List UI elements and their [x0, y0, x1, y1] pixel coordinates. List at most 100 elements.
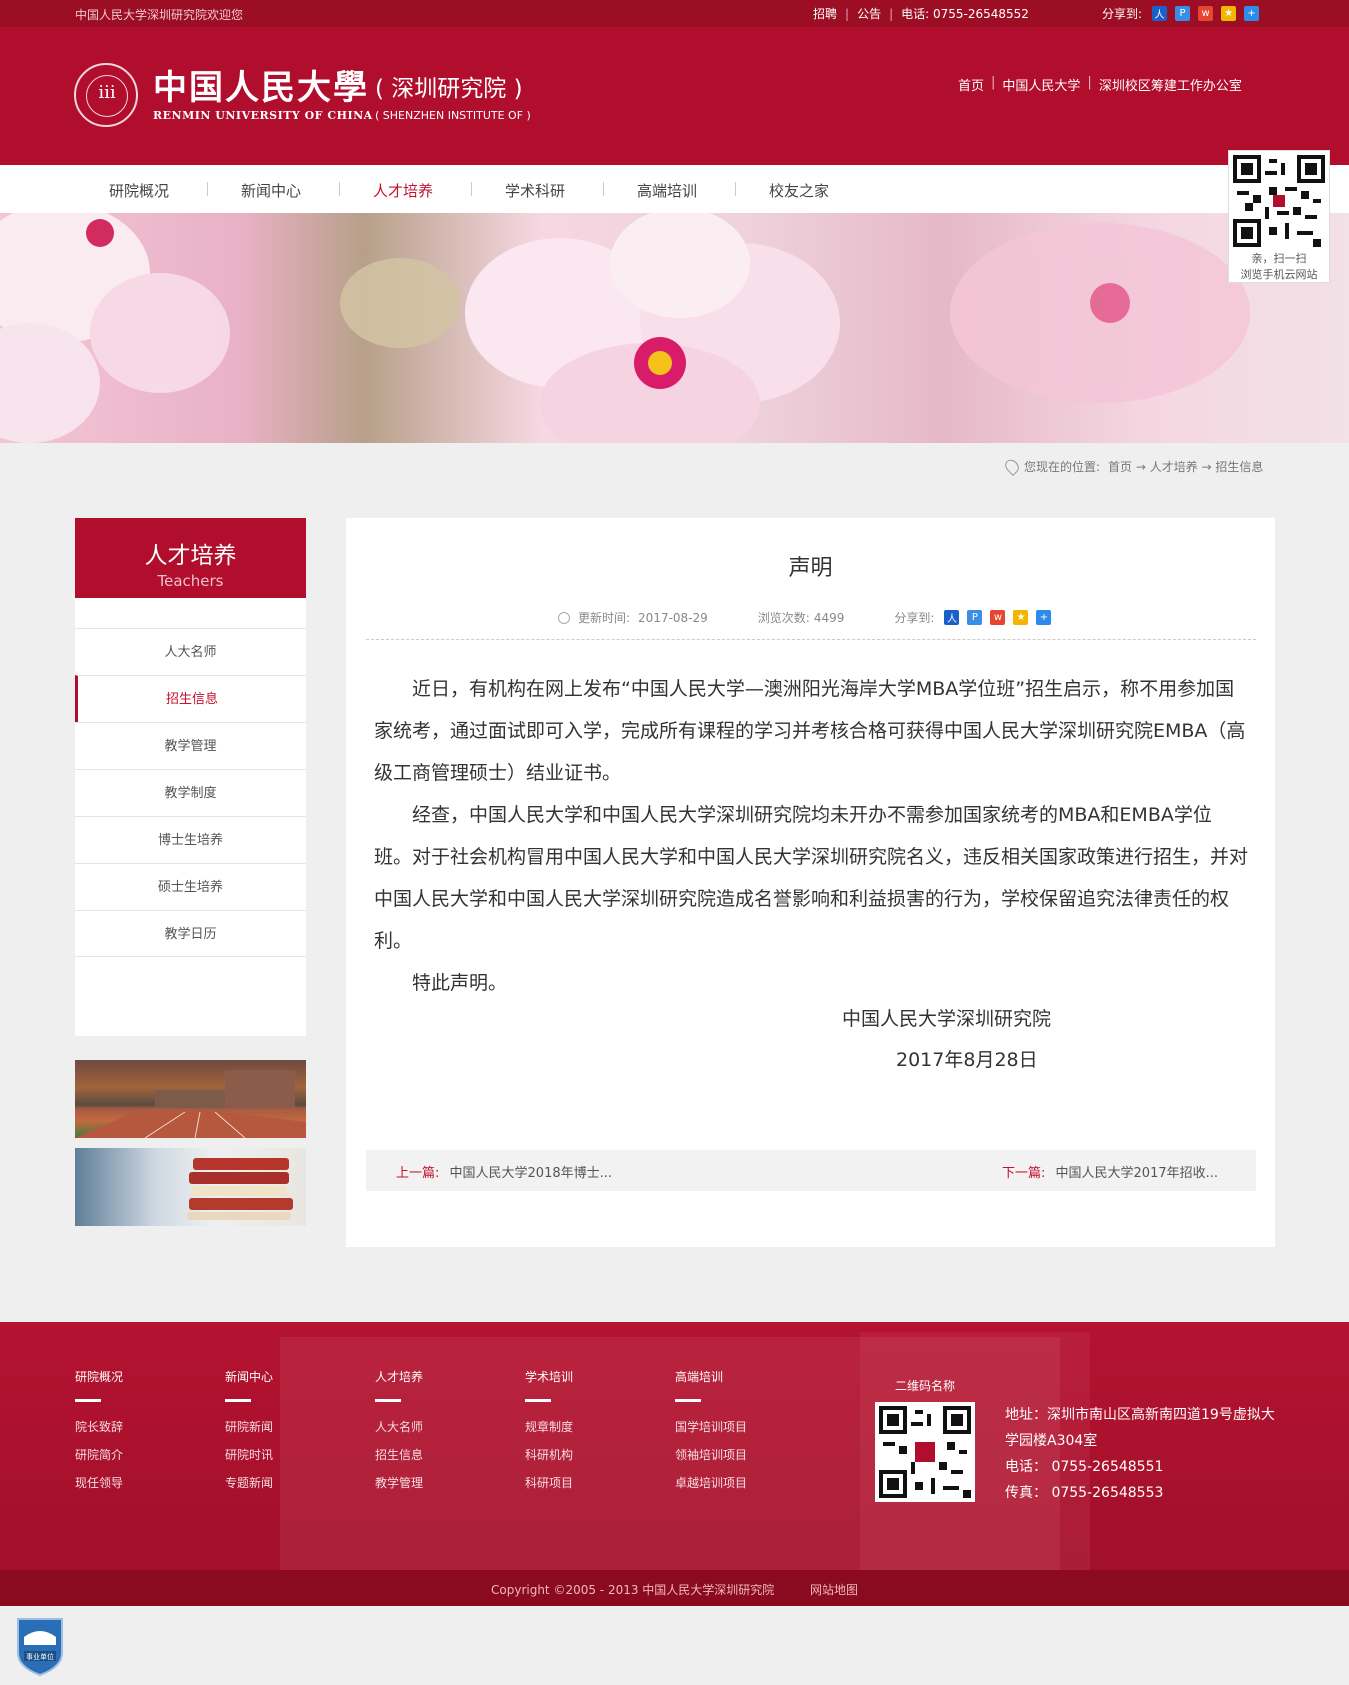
- footer-link[interactable]: 院长致辞: [75, 1418, 123, 1435]
- sitemap-link[interactable]: 网站地图: [810, 1581, 858, 1598]
- footer-col-underline: [75, 1399, 101, 1402]
- sidebar-item-masters-training[interactable]: 硕士生培养: [75, 863, 306, 910]
- footer-qr-code: [875, 1402, 975, 1502]
- footer-link[interactable]: 人大名师: [375, 1418, 423, 1435]
- top-bar: 中国人民大学深圳研究院欢迎您 招聘 | 公告 | 电话: 0755-265485…: [0, 0, 1349, 27]
- sidebar-title: 人才培养: [144, 543, 237, 569]
- article-paragraph: 特此声明。: [412, 972, 508, 994]
- views-label: 浏览次数:: [757, 611, 810, 625]
- footer-link[interactable]: 研院时讯: [225, 1446, 273, 1463]
- prev-label: 上一篇:: [396, 1166, 440, 1181]
- welcome-text: 中国人民大学深圳研究院欢迎您: [75, 8, 244, 22]
- students-books-image[interactable]: [75, 1148, 306, 1226]
- footer-contact: 地址：深圳市南山区高新南四道19号虚拟大学园楼A304室 电话： 0755-26…: [1005, 1402, 1285, 1506]
- article-meta: 更新时间: 2017-08-29 浏览次数: 4499 分享到: 人 P w ★…: [558, 609, 1059, 626]
- clock-icon: [558, 611, 570, 624]
- nav-divider: [735, 182, 736, 196]
- footer-link[interactable]: 国学培训项目: [675, 1418, 747, 1435]
- sidebar-item-teaching-system[interactable]: 教学制度: [75, 769, 306, 816]
- article-share-label: 分享到:: [894, 611, 935, 625]
- footer-phone: 电话： 0755-26548551: [1005, 1459, 1164, 1475]
- renren-share-icon[interactable]: 人: [1152, 6, 1168, 21]
- footer-col-title[interactable]: 高端培训: [675, 1368, 747, 1385]
- footer-col-title[interactable]: 新闻中心: [225, 1368, 273, 1385]
- prev-title[interactable]: 中国人民大学2018年博士...: [450, 1166, 612, 1181]
- weibo-share-icon[interactable]: w: [1198, 6, 1214, 21]
- hero-banner-image: [0, 213, 1349, 443]
- header-link-ruc[interactable]: 中国人民大学: [1002, 75, 1080, 94]
- breadcrumb-label: 您现在的位置:: [1024, 460, 1101, 474]
- sidebar-item-calendar[interactable]: 教学日历: [75, 910, 306, 957]
- nav-divider: [471, 182, 472, 196]
- footer-link[interactable]: 领袖培训项目: [675, 1446, 747, 1463]
- separator: |: [845, 6, 850, 21]
- nav-divider: [603, 182, 604, 196]
- qzone-share-icon[interactable]: P: [1175, 6, 1191, 21]
- nav-item-news[interactable]: 新闻中心: [241, 180, 301, 201]
- books-stack-illustration: [187, 1158, 293, 1220]
- footer-link[interactable]: 研院简介: [75, 1446, 123, 1463]
- views-count: 4499: [813, 610, 845, 625]
- breadcrumb: 您现在的位置: 首页 → 人才培养 → 招生信息: [1002, 456, 1263, 477]
- footer-link[interactable]: 招生信息: [375, 1446, 423, 1463]
- public-institution-badge[interactable]: 事业单位: [14, 1615, 66, 1677]
- article-title: 声明: [788, 556, 833, 581]
- nav-item-overview[interactable]: 研院概况: [109, 180, 169, 201]
- next-article-link[interactable]: 下一篇: 中国人民大学2017年招收...: [1002, 1162, 1218, 1181]
- footer-col-overview: 研院概况 院长致辞 研院简介 现任领导: [75, 1368, 123, 1502]
- footer-link[interactable]: 卓越培训项目: [675, 1474, 747, 1491]
- dashed-divider: [366, 639, 1256, 640]
- footer-col-title[interactable]: 学术培训: [525, 1368, 573, 1385]
- footer-link[interactable]: 教学管理: [375, 1474, 423, 1491]
- footer-col-title[interactable]: 人才培养: [375, 1368, 423, 1385]
- nav-item-training[interactable]: 高端培训: [637, 180, 697, 201]
- footer-link[interactable]: 科研项目: [525, 1474, 573, 1491]
- university-seal-logo[interactable]: ⅲ: [74, 63, 138, 127]
- sidebar-item-teaching-management[interactable]: 教学管理: [75, 722, 306, 769]
- campus-track-image[interactable]: [75, 1060, 306, 1139]
- qr-caption-line2: 浏览手机云网站: [1240, 268, 1318, 281]
- prev-article-link[interactable]: 上一篇: 中国人民大学2018年博士...: [396, 1162, 612, 1181]
- article-sign-date: 2017年8月28日: [896, 1049, 1038, 1071]
- mobile-qr-widget: 亲，扫一扫 浏览手机云网站: [1228, 150, 1330, 283]
- footer-qr-title: 二维码名称: [895, 1379, 956, 1393]
- sidebar-item-phd-training[interactable]: 博士生培养: [75, 816, 306, 863]
- nav-divider: [207, 182, 208, 196]
- site-title[interactable]: 中国人民大學: [153, 60, 369, 109]
- copyright-text: Copyright ©2005 - 2013 中国人民大学深圳研究院: [491, 1583, 775, 1597]
- breadcrumb-path[interactable]: 首页 → 人才培养 → 招生信息: [1108, 458, 1263, 475]
- site-subtitle: ( 深圳研究院 ): [375, 76, 523, 102]
- footer-link[interactable]: 科研机构: [525, 1446, 573, 1463]
- sidebar-item-famous-teachers[interactable]: 人大名师: [75, 628, 306, 675]
- nav-item-research[interactable]: 学术科研: [505, 180, 565, 201]
- header-link-campus-office[interactable]: 深圳校区筹建工作办公室: [1099, 75, 1242, 94]
- header-link-home[interactable]: 首页: [958, 75, 984, 94]
- next-title[interactable]: 中国人民大学2017年招收...: [1056, 1166, 1218, 1181]
- article-signature: 中国人民大学深圳研究院: [842, 1008, 1052, 1030]
- footer-link[interactable]: 现任领导: [75, 1474, 123, 1491]
- tencent-share-icon[interactable]: ★: [1221, 6, 1237, 21]
- sidebar: 人才培养 Teachers 人大名师 招生信息 教学管理 教学制度 博士生培养 …: [75, 518, 306, 1226]
- footer-col-underline: [225, 1399, 251, 1402]
- article-body: 近日，有机构在网上发布“中国人民大学—澳洲阳光海岸大学MBA学位班”招生启示，称…: [374, 668, 1249, 1004]
- footer-col-underline: [525, 1399, 551, 1402]
- tencent-share-icon[interactable]: ★: [1013, 610, 1029, 625]
- more-share-icon[interactable]: +: [1036, 610, 1052, 625]
- top-link-notice[interactable]: 公告: [857, 5, 881, 22]
- footer-col-title[interactable]: 研院概况: [75, 1368, 123, 1385]
- footer-link[interactable]: 专题新闻: [225, 1474, 273, 1491]
- nav-item-talent[interactable]: 人才培养: [373, 180, 433, 201]
- footer-link[interactable]: 研院新闻: [225, 1418, 273, 1435]
- renren-share-icon[interactable]: 人: [944, 610, 960, 625]
- nav-item-alumni[interactable]: 校友之家: [769, 180, 829, 201]
- badge-text: 事业单位: [26, 1652, 54, 1661]
- top-link-jobs[interactable]: 招聘: [813, 5, 837, 22]
- prev-next-nav: 上一篇: 中国人民大学2018年博士... 下一篇: 中国人民大学2017年招收…: [366, 1150, 1256, 1191]
- weibo-share-icon[interactable]: w: [990, 610, 1006, 625]
- footer-link[interactable]: 规章制度: [525, 1418, 573, 1435]
- more-share-icon[interactable]: +: [1244, 6, 1260, 21]
- site-footer: 研院概况 院长致辞 研院简介 现任领导 新闻中心 研院新闻 研院时讯 专题新闻 …: [0, 1322, 1349, 1570]
- sidebar-item-admissions[interactable]: 招生信息: [75, 675, 306, 722]
- qzone-share-icon[interactable]: P: [967, 610, 983, 625]
- footer-col-talent: 人才培养 人大名师 招生信息 教学管理: [375, 1368, 423, 1502]
